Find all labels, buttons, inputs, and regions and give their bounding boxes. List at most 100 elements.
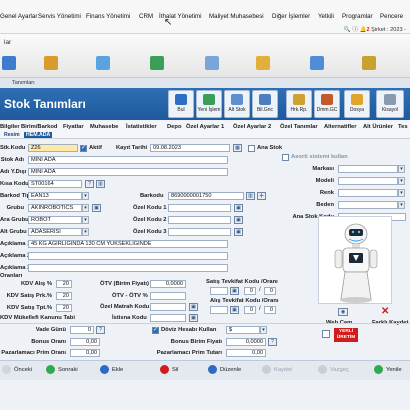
- menu-genel-ayarlar[interactable]: Genel Ayarlar: [0, 13, 37, 20]
- dmm-button[interactable]: Dmm.GC: [314, 90, 340, 118]
- subtab-resim[interactable]: Resim: [4, 132, 20, 138]
- update-info-button[interactable]: Bil.Gnc: [252, 90, 278, 118]
- bonus-orani-input[interactable]: 0,00: [70, 338, 100, 346]
- satis-tevkifat-kod-input[interactable]: [210, 287, 228, 295]
- camera-icon[interactable]: ◉: [338, 308, 348, 316]
- alt-grubu-select[interactable]: ADASERISI: [28, 228, 82, 236]
- help-icon[interactable]: ?: [268, 338, 277, 346]
- menu-yetkili[interactable]: Yetkili: [318, 13, 334, 20]
- lookup-icon[interactable]: ▣: [230, 287, 239, 295]
- menu-crm[interactable]: CRM: [139, 13, 153, 20]
- aciklama-1-input[interactable]: 45 KG AĞIRLIĞINDA 130 CM YÜKSEKLİĞİNDE: [28, 240, 228, 248]
- tab-ozel-tanimlar[interactable]: Özel Tanımlar: [280, 124, 318, 130]
- ozel-kodu-1-input[interactable]: [168, 204, 231, 212]
- kdv-satis-tpt-input[interactable]: 20: [56, 304, 72, 312]
- chevron-down-icon[interactable]: ▾: [398, 165, 405, 173]
- barcode-list-icon[interactable]: ▥: [246, 192, 255, 200]
- doviz-select[interactable]: $: [226, 326, 260, 334]
- aktif-checkbox[interactable]: [80, 144, 87, 152]
- help-icon[interactable]: ?: [85, 180, 94, 188]
- calendar-icon[interactable]: ▦: [233, 144, 242, 152]
- lookup-icon[interactable]: ▣: [234, 228, 243, 236]
- report-icon[interactable]: [205, 56, 219, 70]
- tab-alt-urunler[interactable]: Alt Ürünler: [363, 124, 393, 130]
- lookup-icon[interactable]: ▣: [234, 204, 243, 212]
- grubu-select[interactable]: AKINROBOTICS: [28, 204, 82, 212]
- menu-programlar[interactable]: Programlar: [342, 13, 373, 20]
- chevron-down-icon[interactable]: ▾: [82, 216, 89, 224]
- pazarlamaci-input[interactable]: 0,00: [70, 349, 100, 357]
- chevron-down-icon[interactable]: ▾: [398, 201, 405, 209]
- delete-button[interactable]: Sil: [160, 365, 178, 374]
- kdv-alis-input[interactable]: 20: [56, 280, 72, 288]
- renk-input[interactable]: [338, 189, 398, 197]
- info-icon[interactable]: ⓘ: [352, 27, 358, 33]
- menu-servis-yonetimi[interactable]: Servis Yönetimi: [38, 13, 81, 20]
- tab-ozel-ayarlar-1[interactable]: Özel Ayarlar 1: [186, 124, 224, 130]
- satis-tevkifat-b[interactable]: 0: [264, 287, 276, 295]
- stok-kodu-input[interactable]: Z26: [28, 144, 78, 152]
- pazarlamaci-tutar-input[interactable]: 0,00: [226, 349, 266, 357]
- kayit-tarihi-input[interactable]: 09.08.2023: [150, 144, 230, 152]
- ana-stok-checkbox[interactable]: [248, 145, 255, 152]
- marka-input[interactable]: [338, 165, 398, 173]
- aciklama-2-input[interactable]: [28, 252, 228, 260]
- alis-tevkifat-c[interactable]: 0: [244, 306, 256, 314]
- cancel-button[interactable]: Vazgeç: [318, 365, 349, 374]
- next-button[interactable]: Sonraki: [46, 365, 78, 374]
- lookup-icon[interactable]: ▣: [189, 303, 198, 311]
- vade-gunu-input[interactable]: 0: [70, 326, 94, 334]
- ozel-kodu-3-input[interactable]: [168, 228, 231, 236]
- sub-stock-button[interactable]: Alt Stok: [224, 90, 250, 118]
- refresh-button[interactable]: Yenile: [374, 365, 402, 374]
- file-button[interactable]: Dosya: [344, 90, 370, 118]
- tab-tes[interactable]: Tes: [398, 124, 408, 130]
- beden-input[interactable]: [338, 201, 398, 209]
- menu-diger-islemler[interactable]: Diğer İşlemler: [272, 13, 310, 20]
- tab-birim-barkod[interactable]: Birim/Barkod: [21, 124, 57, 130]
- bonus-birim-input[interactable]: 0,0000: [226, 338, 266, 346]
- tab-bilgiler[interactable]: Bilgiler: [0, 124, 20, 130]
- menu-pencere[interactable]: Pencere: [380, 13, 403, 20]
- menu-maliyet-muhasebesi[interactable]: Maliyet Muhasebesi: [209, 13, 264, 20]
- ara-grubu-select[interactable]: ROBOT: [28, 216, 82, 224]
- adi-ydisi-input[interactable]: MINI ADA: [28, 168, 228, 176]
- modeli-input[interactable]: [338, 177, 398, 185]
- help-icon[interactable]: ?: [96, 326, 105, 334]
- tab-ozel-ayarlar-2[interactable]: Özel Ayarlar 2: [233, 124, 271, 130]
- satis-tevkifat-a[interactable]: 0: [244, 287, 256, 295]
- chevron-down-icon[interactable]: ▾: [82, 228, 89, 236]
- ozel-kodu-2-input[interactable]: [168, 216, 231, 224]
- edit-button[interactable]: Düzenle: [208, 365, 241, 374]
- chevron-down-icon[interactable]: ▾: [82, 192, 89, 200]
- shortcut-button[interactable]: Kisayol: [376, 90, 404, 118]
- barkodu-input[interactable]: 8690000001750: [168, 192, 244, 200]
- kisa-kodu-input[interactable]: ST00164: [28, 180, 82, 188]
- stock-icon[interactable]: [2, 56, 16, 70]
- chevron-down-icon[interactable]: ▾: [260, 326, 267, 334]
- folder-icon[interactable]: [256, 56, 270, 70]
- otv-oran-input[interactable]: [150, 292, 186, 300]
- box-icon[interactable]: [44, 56, 58, 70]
- cart-icon[interactable]: [96, 56, 110, 70]
- search-icon[interactable]: 🔍: [344, 27, 351, 33]
- barkod-tipi-select[interactable]: EAN13: [28, 192, 82, 200]
- movement-report-button[interactable]: Hrk.Rp.: [286, 90, 312, 118]
- previous-button[interactable]: Önceki: [2, 365, 32, 374]
- tab-fiyatlar[interactable]: Fiyatlar: [63, 124, 84, 130]
- chevron-down-icon[interactable]: ▾: [398, 177, 405, 185]
- chevron-down-icon[interactable]: ▾: [82, 204, 89, 212]
- product-image[interactable]: [318, 216, 392, 304]
- lookup-icon[interactable]: ▣: [92, 204, 101, 212]
- subtab-hem-ada[interactable]: HEM.ADA: [24, 132, 53, 138]
- tab-istatistikler[interactable]: İstatistikler: [126, 124, 157, 130]
- archive-icon[interactable]: [362, 56, 376, 70]
- otv-birim-input[interactable]: 0,0000: [150, 280, 186, 288]
- ozel-matrah-input[interactable]: [150, 303, 186, 311]
- user-icon[interactable]: [310, 56, 324, 70]
- stok-adi-input[interactable]: MINI ADA: [28, 156, 228, 164]
- tab-alternatifler[interactable]: Alternatifler: [324, 124, 357, 130]
- lookup-icon[interactable]: ▣: [234, 216, 243, 224]
- menu-finans-yonetimi[interactable]: Finans Yönetimi: [86, 13, 130, 20]
- new-button[interactable]: Yeni İşlem: [196, 90, 222, 118]
